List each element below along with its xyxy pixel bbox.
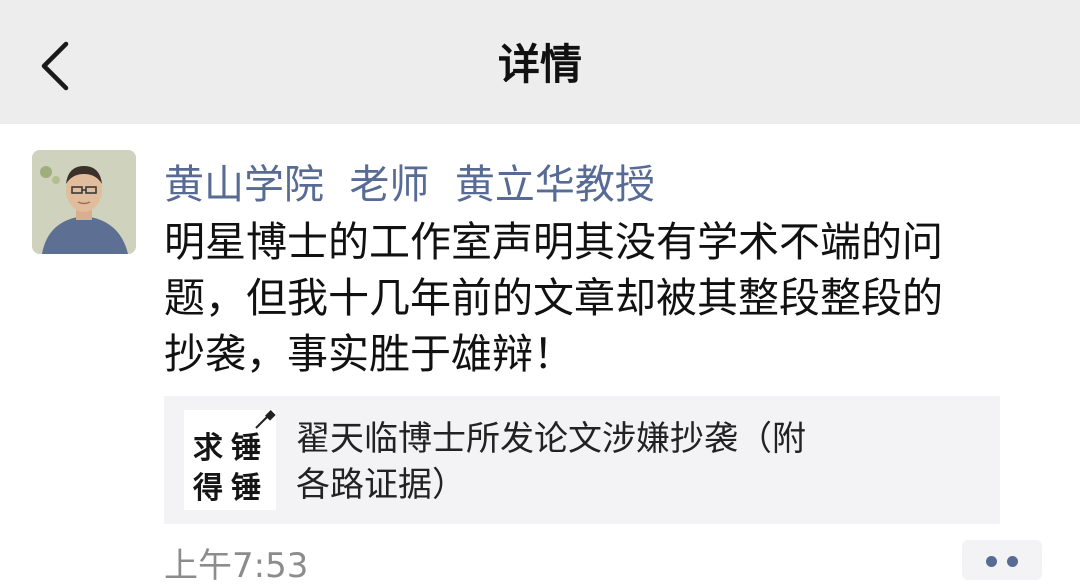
article-title-line: 翟天临博士所发论文涉嫌抄袭（附 xyxy=(296,419,806,459)
nav-bar: 详情 xyxy=(0,0,1080,124)
logo-char: 锤 xyxy=(231,431,261,466)
shared-article-card[interactable]: 求 锤 得 锤 翟天临博士所发论文涉嫌抄袭（附 各路证据） xyxy=(164,396,1000,524)
logo-char: 得 xyxy=(192,471,223,506)
author-name[interactable]: 黄山学院 老师 黄立华教授 xyxy=(164,152,655,212)
article-title: 翟天临博士所发论文涉嫌抄袭（附 各路证据） xyxy=(296,416,936,508)
post-timestamp: 上午7:53 xyxy=(164,546,309,586)
avatar-portrait xyxy=(32,150,136,254)
logo-char: 锤 xyxy=(231,471,261,506)
more-dots-icon xyxy=(986,556,997,567)
article-title-line: 各路证据） xyxy=(296,465,466,505)
post-text: 明星博士的工作室声明其没有学术不端的问 题，但我十几年前的文章却被其整段整段的 … xyxy=(164,214,1044,382)
more-actions-button[interactable] xyxy=(962,540,1042,580)
more-dots-icon xyxy=(1007,556,1018,567)
avatar[interactable] xyxy=(32,150,136,254)
page-title: 详情 xyxy=(497,40,582,89)
logo-char: 求 xyxy=(193,431,223,466)
post-text-line: 抄袭，事实胜于雄辩！ xyxy=(164,330,574,378)
post-text-line: 题，但我十几年前的文章却被其整段整段的 xyxy=(164,274,943,322)
post-text-line: 明星博士的工作室声明其没有学术不端的问 xyxy=(164,218,943,266)
article-logo: 求 锤 得 锤 xyxy=(184,410,276,510)
